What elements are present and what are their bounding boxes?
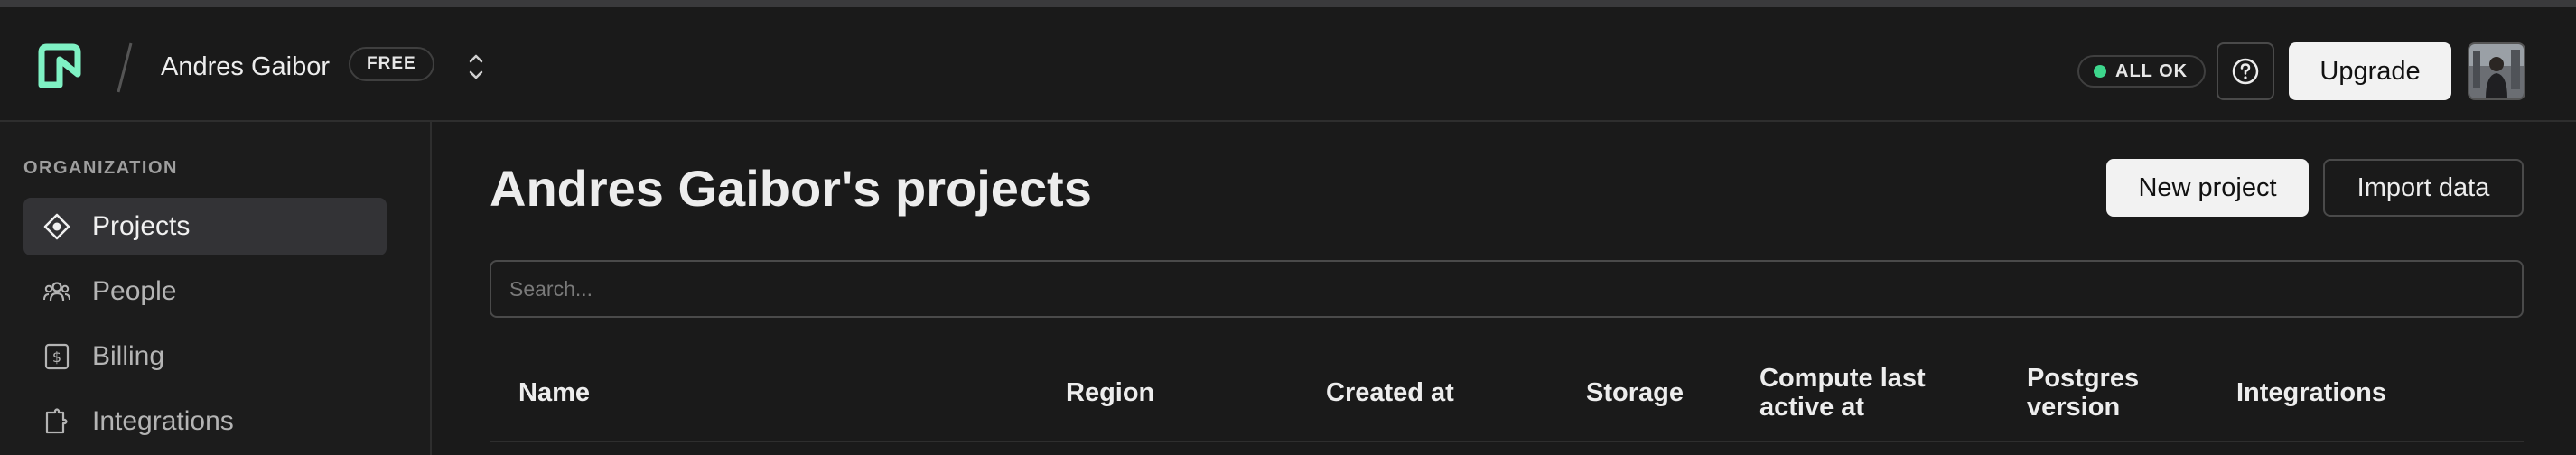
upgrade-button[interactable]: Upgrade [2289,42,2451,100]
column-header-postgres-version[interactable]: Postgres version [2027,343,2171,442]
column-header-name[interactable]: Name [518,343,789,442]
help-button[interactable] [2217,42,2274,100]
people-icon [42,276,72,307]
svg-text:$: $ [52,348,61,366]
sidebar-heading: ORGANIZATION [23,158,178,178]
billing-icon: $ [42,341,72,372]
status-badge[interactable]: ALL OK [2077,55,2207,88]
column-header-region[interactable]: Region [1066,343,1283,442]
column-header-integrations[interactable]: Integrations [2236,343,2471,442]
window-top-strip [0,0,2576,7]
avatar-image-icon [2469,44,2524,98]
column-header-created-at[interactable]: Created at [1326,343,1561,442]
breadcrumb-divider-icon [117,42,133,93]
user-avatar[interactable] [2468,42,2525,100]
sidebar-item-label: Projects [92,211,191,241]
search-input[interactable] [490,260,2524,318]
new-project-button[interactable]: New project [2106,159,2309,217]
sidebar: ORGANIZATION Projects People $ Billing I… [0,122,432,455]
sidebar-item-label: Integrations [92,406,234,436]
question-icon [2232,58,2259,85]
org-name[interactable]: Andres Gaibor [161,49,330,85]
column-header-compute-last-active[interactable]: Compute last active at [1759,343,1967,442]
column-header-storage[interactable]: Storage [1586,343,1749,442]
integrations-icon [42,406,72,437]
neon-logo-icon[interactable] [34,42,85,92]
status-label: ALL OK [2115,60,2189,81]
projects-table-header: Name Region Created at Storage Compute l… [490,343,2524,442]
page-title: Andres Gaibor's projects [490,160,1092,217]
projects-icon [42,211,72,242]
sidebar-item-people[interactable]: People [23,263,387,320]
sidebar-item-billing[interactable]: $ Billing [23,328,387,385]
top-header: Andres Gaibor FREE ALL OK Upgrade [0,7,2576,122]
sidebar-item-projects[interactable]: Projects [23,198,387,255]
status-ok-dot-icon [2094,65,2106,78]
sidebar-item-label: Billing [92,341,165,371]
sidebar-item-integrations[interactable]: Integrations [23,393,387,450]
org-switcher-chevrons-icon[interactable] [462,47,490,87]
sidebar-item-label: People [92,276,177,306]
plan-badge: FREE [349,47,434,81]
import-data-button[interactable]: Import data [2323,159,2524,217]
